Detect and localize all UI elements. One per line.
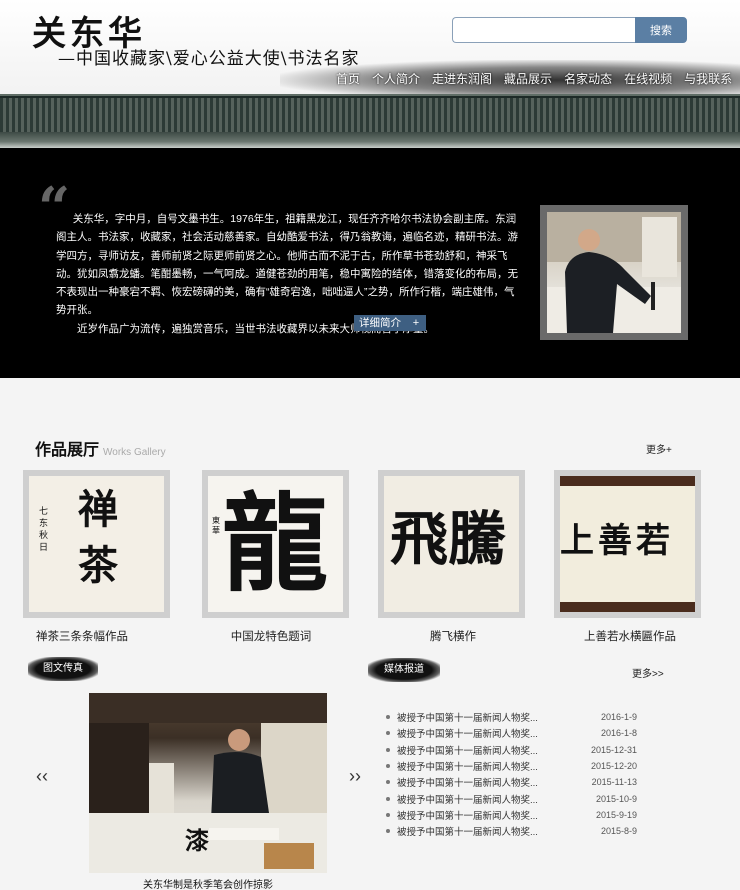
photo-news-badge: 图文传真	[28, 657, 98, 681]
news-date: 2015-8-9	[600, 826, 637, 837]
slide-photo[interactable]: 漆	[89, 693, 327, 873]
calligraphy-chars: 飛騰	[390, 505, 507, 573]
gallery-item[interactable]: 禅茶 七东秋日	[23, 470, 170, 618]
news-date: 2015-11-13	[591, 777, 637, 788]
intro-text: 关东华，字中月，自号文墨书生。1976年生，祖籍黑龙江，现任齐齐哈尔书法协会副主…	[56, 210, 521, 338]
nav-profile[interactable]: 个人简介	[366, 70, 426, 88]
roof-tiles-decoration	[0, 98, 740, 132]
calligraphy-inscription: 東華	[212, 516, 220, 535]
gallery-caption[interactable]: 禅茶三条条幅作品	[2, 628, 162, 644]
portrait-photo[interactable]	[540, 205, 688, 340]
site-header: 关东华 —中国收藏家\爱心公益大使\书法名家 搜索 首页 个人简介 走进东润阁 …	[0, 0, 740, 148]
search-input[interactable]	[452, 17, 635, 43]
gallery-title-en: Works Gallery	[103, 447, 166, 458]
list-item[interactable]: 被授予中国第十一届新闻人物奖... 2016-1-9	[384, 709, 684, 725]
gallery-title: 作品展厅 Works Gallery	[35, 436, 166, 460]
bullet-icon	[386, 780, 390, 785]
media-news-list: 被授予中国第十一届新闻人物奖... 2016-1-9 被授予中国第十一届新闻人物奖…	[384, 709, 684, 839]
roof-eave-decoration	[0, 132, 740, 148]
nav-video[interactable]: 在线视频	[618, 70, 678, 88]
media-more-link[interactable]: 更多>>	[632, 665, 664, 680]
intro-section: “ 关东华，字中月，自号文墨书生。1976年生，祖籍黑龙江，现任齐齐哈尔书法协会…	[0, 148, 740, 378]
news-title: 被授予中国第十一届新闻人物奖...	[397, 713, 538, 725]
slide-caption[interactable]: 关东华制是秋季笔会创作掠影	[89, 876, 327, 890]
news-title: 被授予中国第十一届新闻人物奖...	[397, 745, 538, 757]
list-item[interactable]: 被授予中国第十一届新闻人物奖... 2015-11-13	[384, 774, 684, 790]
news-date: 2016-1-9	[600, 712, 637, 723]
bullet-icon	[386, 731, 390, 736]
bullet-icon	[386, 796, 390, 801]
news-date: 2015-12-20	[590, 761, 637, 772]
news-title: 被授予中国第十一届新闻人物奖...	[397, 827, 538, 839]
list-item[interactable]: 被授予中国第十一届新闻人物奖... 2015-12-20	[384, 758, 684, 774]
news-date: 2015-10-9	[595, 793, 637, 804]
bullet-icon	[386, 764, 390, 769]
intro-paragraph: 近岁作品广为流传，遍独赏音乐，当世书法收藏界以未来大师视而善予厚望。	[77, 322, 434, 335]
svg-text:漆: 漆	[185, 826, 209, 855]
news-title: 被授予中国第十一届新闻人物奖...	[397, 794, 538, 806]
calligraphy-chars: 龍	[222, 481, 328, 606]
nav-home[interactable]: 首页	[330, 70, 366, 88]
bullet-icon	[386, 715, 390, 720]
gallery-title-text: 作品展厅	[35, 442, 100, 459]
nav-news[interactable]: 名家动态	[558, 70, 618, 88]
nav-dongrunge[interactable]: 走进东润阁	[426, 70, 498, 88]
list-item[interactable]: 被授予中国第十一届新闻人物奖... 2015-9-19	[384, 807, 684, 823]
nav-collection[interactable]: 藏品展示	[498, 70, 558, 88]
detail-profile-button[interactable]: 详细简介	[354, 315, 406, 331]
news-date: 2016-1-8	[600, 728, 637, 739]
news-title: 被授予中国第十一届新闻人物奖...	[397, 778, 538, 790]
intro-paragraph: 关东华，字中月，自号文墨书生。1976年生，祖籍黑龙江，现任齐齐哈尔书法协会副主…	[56, 213, 518, 317]
list-item[interactable]: 被授予中国第十一届新闻人物奖... 2015-12-31	[384, 742, 684, 758]
news-title: 被授予中国第十一届新闻人物奖...	[397, 810, 538, 822]
bullet-icon	[386, 812, 390, 817]
gallery-caption[interactable]: 腾飞横作	[373, 628, 533, 644]
nav-contact[interactable]: 与我联系	[678, 70, 738, 88]
gallery-more-link[interactable]: 更多+	[646, 441, 672, 456]
bullet-icon	[386, 829, 390, 834]
news-date: 2015-9-19	[595, 809, 637, 820]
media-badge: 媒体报道	[368, 658, 440, 682]
news-date: 2015-12-31	[590, 744, 637, 755]
gallery-caption[interactable]: 上善若水横匾作品	[550, 628, 710, 644]
gallery-caption[interactable]: 中国龙特色题词	[191, 628, 351, 644]
calligraphy-inscription: 七东秋日	[39, 507, 49, 553]
search-button[interactable]: 搜索	[635, 17, 687, 43]
slide-illustration: 漆	[89, 693, 327, 873]
list-item[interactable]: 被授予中国第十一届新闻人物奖... 2015-8-9	[384, 823, 684, 839]
plus-button[interactable]: +	[406, 315, 426, 331]
slide-next-arrow[interactable]: ››	[349, 766, 361, 787]
calligraphy-chars: 禅茶	[78, 486, 118, 589]
news-title: 被授予中国第十一届新闻人物奖...	[397, 762, 538, 774]
list-item[interactable]: 被授予中国第十一届新闻人物奖... 2015-10-9	[384, 790, 684, 806]
portrait-illustration	[547, 212, 681, 333]
gallery-item[interactable]: 上善若	[554, 470, 701, 618]
main-nav: 首页 个人简介 走进东润阁 藏品展示 名家动态 在线视频 与我联系	[330, 70, 738, 88]
bullet-icon	[386, 747, 390, 752]
calligraphy-chars: 上善若	[560, 521, 674, 561]
gallery-item[interactable]: 龍 東華	[202, 470, 349, 618]
gallery-item[interactable]: 飛騰	[378, 470, 525, 618]
news-title: 被授予中国第十一届新闻人物奖...	[397, 729, 538, 741]
list-item[interactable]: 被授予中国第十一届新闻人物奖... 2016-1-8	[384, 725, 684, 741]
slide-prev-arrow[interactable]: ‹‹	[36, 766, 48, 787]
